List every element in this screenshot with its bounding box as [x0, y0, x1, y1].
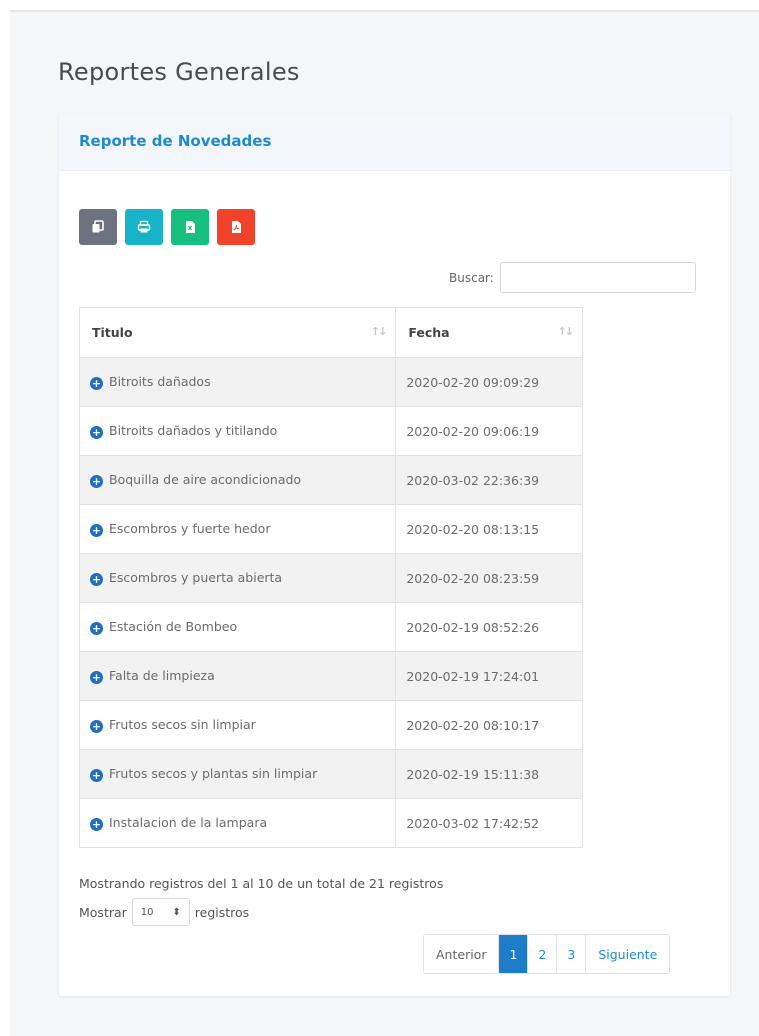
cell-fecha: 2020-02-19 08:52:26 [395, 602, 583, 652]
column-header-label: Fecha [408, 325, 450, 340]
column-header-fecha[interactable]: Fecha ↑↓ [395, 307, 583, 358]
table-row: + Falta de limpieza 2020-02-19 17:24:01 [78, 651, 583, 701]
table-row: + Escombros y fuerte hedor 2020-02-20 08:… [78, 504, 583, 554]
report-card: Reporte de Novedades Buscar: Titulo ↑↓ F… [59, 114, 730, 996]
table-info: Mostrando registros del 1 al 10 de un to… [79, 876, 444, 891]
titulo-text: Boquilla de aire acondicionado [109, 472, 302, 487]
cell-titulo: + Boquilla de aire acondicionado [78, 455, 397, 505]
page-button-1[interactable]: 1 [499, 935, 529, 973]
table-row: + Bitroits dañados 2020-02-20 09:09:29 [78, 357, 583, 407]
cell-titulo: + Escombros y fuerte hedor [78, 504, 397, 554]
copy-icon [92, 220, 104, 233]
cell-titulo: + Instalacion de la lampara [78, 798, 397, 848]
expand-row-icon[interactable]: + [90, 377, 103, 390]
titulo-text: Frutos secos sin limpiar [109, 717, 256, 732]
table-row: + Escombros y puerta abierta 2020-02-20 0… [78, 553, 583, 603]
card-header: Reporte de Novedades [59, 114, 730, 171]
previous-page-button[interactable]: Anterior [424, 935, 500, 973]
titulo-text: Escombros y puerta abierta [109, 570, 283, 585]
cell-fecha: 2020-03-02 17:42:52 [395, 798, 583, 848]
titulo-text: Escombros y fuerte hedor [109, 521, 271, 536]
expand-row-icon[interactable]: + [90, 622, 103, 635]
reports-table: Titulo ↑↓ Fecha ↑↓ + Bitroits dañados 202… [78, 307, 583, 848]
expand-row-icon[interactable]: + [90, 426, 103, 439]
titulo-text: Bitroits dañados y titilando [109, 423, 278, 438]
cell-fecha: 2020-02-20 09:09:29 [395, 357, 583, 407]
print-button[interactable] [125, 209, 163, 245]
cell-fecha: 2020-02-20 08:13:15 [395, 504, 583, 554]
expand-row-icon[interactable]: + [90, 475, 103, 488]
table-row: + Frutos secos sin limpiar 2020-02-20 08:… [78, 700, 583, 750]
table-row: + Frutos secos y plantas sin limpiar 2020… [78, 749, 583, 799]
cell-fecha: 2020-02-20 08:10:17 [395, 700, 583, 750]
pagination: Anterior 1 2 3 Siguiente [423, 934, 671, 974]
expand-row-icon[interactable]: + [90, 769, 103, 782]
length-prefix: Mostrar [79, 904, 127, 920]
cell-titulo: + Estación de Bombeo [78, 602, 397, 652]
table-row: + Instalacion de la lampara 2020-03-02 17… [78, 798, 583, 848]
search-area: Buscar: [449, 262, 696, 293]
table-row: + Boquilla de aire acondicionado 2020-03-… [78, 455, 583, 505]
excel-file-icon [186, 221, 195, 233]
cell-titulo: + Bitroits dañados [78, 357, 397, 407]
cell-fecha: 2020-02-19 17:24:01 [395, 651, 583, 701]
table-row: + Bitroits dañados y titilando 2020-02-20… [78, 406, 583, 456]
cell-fecha: 2020-02-20 08:23:59 [395, 553, 583, 603]
pdf-button[interactable] [217, 209, 255, 245]
cell-titulo: + Bitroits dañados y titilando [78, 406, 397, 456]
page-button-3[interactable]: 3 [557, 935, 587, 973]
pdf-file-icon [232, 221, 241, 233]
page-length-select[interactable]: 10 ⬍ [131, 898, 190, 926]
page-length-control: Mostrar 10 ⬍ registros [79, 898, 249, 926]
cell-titulo: + Frutos secos y plantas sin limpiar [78, 749, 397, 799]
next-page-button[interactable]: Siguiente [586, 935, 670, 973]
titulo-text: Bitroits dañados [109, 374, 211, 389]
sort-icon: ↑↓ [370, 325, 388, 338]
expand-row-icon[interactable]: + [90, 671, 103, 684]
search-input[interactable] [499, 262, 696, 293]
excel-button[interactable] [171, 209, 209, 245]
length-suffix: registros [194, 904, 250, 920]
export-toolbar [79, 209, 255, 245]
cell-titulo: + Frutos secos sin limpiar [78, 700, 397, 750]
expand-row-icon[interactable]: + [90, 573, 103, 586]
column-header-titulo[interactable]: Titulo ↑↓ [78, 307, 397, 358]
column-header-label: Titulo [92, 325, 133, 340]
page-title: Reportes Generales [58, 58, 300, 86]
expand-row-icon[interactable]: + [90, 818, 103, 831]
copy-button[interactable] [79, 209, 117, 245]
expand-row-icon[interactable]: + [90, 524, 103, 537]
cell-fecha: 2020-03-02 22:36:39 [395, 455, 583, 505]
search-label: Buscar: [449, 270, 494, 285]
page-button-2[interactable]: 2 [528, 935, 558, 973]
table-row: + Estación de Bombeo 2020-02-19 08:52:26 [78, 602, 583, 652]
sort-icon: ↑↓ [557, 325, 575, 338]
cell-titulo: + Falta de limpieza [78, 651, 397, 701]
print-icon [137, 220, 151, 233]
page-length-value: 10 [140, 906, 154, 918]
titulo-text: Falta de limpieza [109, 668, 215, 683]
cell-titulo: + Escombros y puerta abierta [78, 553, 397, 603]
cell-fecha: 2020-02-20 09:06:19 [395, 406, 583, 456]
cell-fecha: 2020-02-19 15:11:38 [395, 749, 583, 799]
card-title: Reporte de Novedades [79, 132, 272, 150]
expand-row-icon[interactable]: + [90, 720, 103, 733]
titulo-text: Instalacion de la lampara [109, 815, 268, 830]
chevron-updown-icon: ⬍ [172, 906, 181, 918]
titulo-text: Frutos secos y plantas sin limpiar [109, 766, 318, 781]
titulo-text: Estación de Bombeo [109, 619, 238, 634]
